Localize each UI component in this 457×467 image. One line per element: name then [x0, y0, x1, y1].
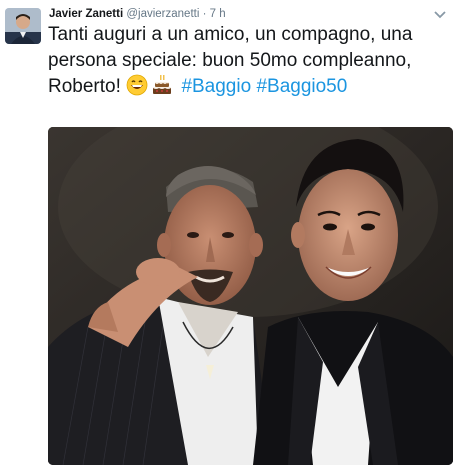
separator: ·	[202, 8, 207, 20]
chevron-down-icon[interactable]	[433, 8, 447, 20]
hashtag-baggio50[interactable]: #Baggio50	[256, 76, 347, 97]
hashtag-baggio[interactable]: #Baggio	[181, 76, 251, 97]
handle[interactable]: @javierzanetti	[126, 8, 199, 20]
birthday-cake-emoji	[151, 74, 173, 96]
tweet-header: Javier Zanetti @javierzanetti · 7 h	[49, 5, 429, 23]
avatar[interactable]	[5, 8, 41, 44]
grinning-face-emoji	[126, 74, 148, 96]
tweet-text: Tanti auguri a un amico, un compagno, un…	[48, 22, 453, 100]
display-name[interactable]: Javier Zanetti	[49, 8, 123, 20]
timestamp[interactable]: 7 h	[210, 8, 226, 20]
tweet-photo[interactable]	[48, 127, 453, 465]
